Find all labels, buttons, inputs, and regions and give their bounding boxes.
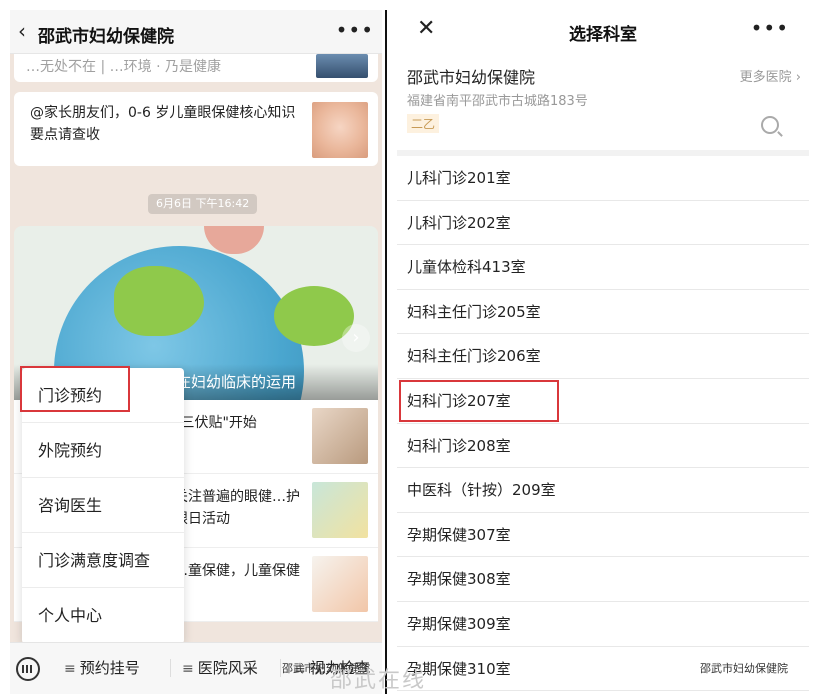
page-title: 选择科室 [569, 25, 637, 45]
watermark-right: 邵武市妇幼保健院 [700, 662, 788, 675]
department-item[interactable]: 孕期保健307室 [397, 513, 809, 558]
hospital-address: 福建省南平邵武市古城路183号 [407, 94, 588, 109]
tab-label: 预约挂号 [79, 659, 140, 677]
list-item-text: "三伏贴"开始 [174, 415, 257, 431]
divider [280, 659, 281, 677]
department-item[interactable]: 妇科门诊208室 [397, 424, 809, 469]
hospital-level-badge: 二乙 [407, 114, 440, 133]
department-item[interactable]: 儿科门诊201室 [397, 156, 809, 201]
divider [170, 659, 171, 677]
message-timestamp: 6月6日 下午16:42 [148, 194, 258, 214]
article-card[interactable]: @家长朋友们，0-6 岁儿童眼保健核心知识要点请查收 [14, 92, 378, 166]
menu-item-external-appointment[interactable]: 外院预约 [22, 423, 184, 478]
department-list: 儿科门诊201室 儿科门诊202室 儿童体检科413室 妇科主任门诊205室 妇… [397, 156, 809, 692]
right-header: ✕ 选择科室 ••• [397, 10, 809, 54]
department-item[interactable]: 妇科主任门诊206室 [397, 334, 809, 379]
left-header: ‹ 邵武市妇幼保健院 ••• [10, 10, 382, 54]
article-card[interactable]: …无处不在 | …环境 · 乃是健康 [14, 54, 378, 82]
more-dots-icon[interactable]: ••• [336, 18, 374, 42]
baby-thumbnail [312, 102, 368, 158]
tab-label: 医院风采 [197, 659, 258, 677]
list-item-text: …童保健，儿童保健 [174, 563, 300, 579]
highlight-box [20, 366, 130, 412]
department-item[interactable]: 妇科主任门诊205室 [397, 290, 809, 335]
department-item[interactable]: 儿科门诊202室 [397, 201, 809, 246]
menu-item-satisfaction-survey[interactable]: 门诊满意度调查 [22, 533, 184, 588]
more-dots-icon[interactable]: ••• [751, 16, 789, 40]
article-thumbnail [316, 54, 368, 78]
menu-item-personal-center[interactable]: 个人中心 [22, 588, 184, 643]
keyboard-icon[interactable] [16, 657, 40, 681]
chevron-right-icon: › [795, 70, 801, 85]
highlight-box [399, 380, 559, 422]
menu-icon: ≡ [64, 661, 76, 677]
menu-item-consult-doctor[interactable]: 咨询医生 [22, 478, 184, 533]
article-thumbnail [312, 408, 368, 464]
tab-hospital-style[interactable]: ≡ 医院风采 [182, 657, 258, 678]
department-item[interactable]: 中医科（针按）209室 [397, 468, 809, 513]
department-item[interactable]: 孕期保健309室 [397, 602, 809, 647]
more-hospitals-label: 更多医院 [739, 70, 792, 85]
hospital-info: 邵武市妇幼保健院 更多医院 › 福建省南平邵武市古城路183号 二乙 [397, 54, 809, 150]
watermark-center: 邵武在线 [330, 668, 427, 693]
article-thumbnail [312, 482, 368, 538]
article-title: @家长朋友们，0-6 岁儿童眼保健核心知识要点请查收 [30, 105, 296, 143]
list-item-text: 关注普遍的眼健…护眼日活动 [174, 489, 300, 527]
department-select-panel: ✕ 选择科室 ••• 邵武市妇幼保健院 更多医院 › 福建省南平邵武市古城路18… [397, 10, 809, 694]
article-title: …无处不在 | …环境 · 乃是健康 [26, 59, 221, 75]
land-shape [114, 266, 204, 336]
chevron-left-icon[interactable]: ‹ [18, 20, 36, 42]
panel-divider [385, 10, 387, 694]
account-title: 邵武市妇幼保健院 [38, 27, 174, 47]
hospital-name: 邵武市妇幼保健院 [407, 68, 536, 87]
kids-thumbnail [312, 556, 368, 612]
screenshot-composite: ‹ 邵武市妇幼保健院 ••• …无处不在 | …环境 · 乃是健康 @家长朋友们… [0, 0, 818, 694]
search-icon[interactable] [761, 116, 779, 134]
menu-icon: ≡ [182, 661, 194, 677]
department-item[interactable]: 孕期保健308室 [397, 557, 809, 602]
more-hospitals-link[interactable]: 更多医院 › [740, 66, 801, 85]
wechat-account-panel: ‹ 邵武市妇幼保健院 ••• …无处不在 | …环境 · 乃是健康 @家长朋友们… [10, 10, 382, 694]
department-item[interactable]: 儿童体检科413室 [397, 245, 809, 290]
tab-appointment[interactable]: ≡ 预约挂号 [64, 657, 140, 678]
chevron-right-icon[interactable]: › [342, 324, 370, 352]
